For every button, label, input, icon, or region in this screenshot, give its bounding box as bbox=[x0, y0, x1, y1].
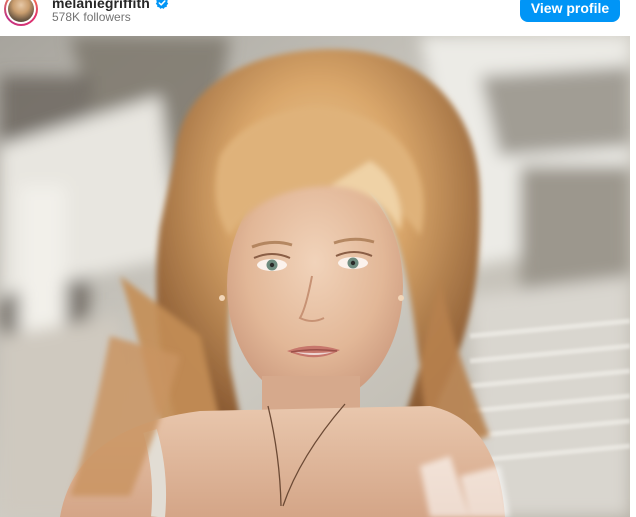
right-gutter bbox=[630, 36, 636, 517]
instagram-embed: melaniegriffith 578K followers View prof… bbox=[0, 0, 636, 517]
post-photo[interactable] bbox=[0, 36, 630, 517]
verified-badge-icon bbox=[155, 0, 169, 10]
avatar-photo bbox=[8, 0, 34, 22]
post-header: melaniegriffith 578K followers View prof… bbox=[0, 0, 636, 36]
avatar-ring bbox=[6, 0, 36, 24]
profile-avatar[interactable] bbox=[4, 0, 38, 26]
view-profile-button[interactable]: View profile bbox=[520, 0, 620, 22]
follower-count: 578K followers bbox=[52, 10, 131, 24]
